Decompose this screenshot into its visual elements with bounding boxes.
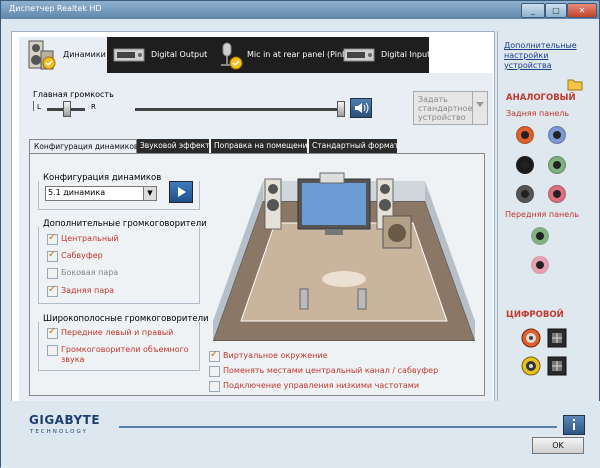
front-panel-label: Передняя панель (505, 210, 579, 219)
room-illustration (212, 172, 476, 342)
folder-icon[interactable] (567, 77, 583, 91)
volume-slider-thumb[interactable] (337, 101, 345, 117)
rear-left-speaker (299, 288, 309, 310)
device-tab-bar: Динамики Digital Output Mic in at rear p… (19, 37, 431, 73)
close-button[interactable]: ✕ (567, 3, 597, 18)
checkbox-side-pair-box (47, 268, 58, 279)
subtab-speaker-config[interactable]: Конфигурация динамиков (29, 139, 139, 154)
tab-digital-input[interactable]: Digital Input (341, 37, 431, 73)
right-side-panel (496, 23, 599, 463)
digital-section-title: ЦИФРОВОЙ (506, 310, 564, 320)
footer (1, 401, 600, 468)
gigabyte-logo: GIGABYTE (29, 413, 101, 427)
info-button[interactable] (563, 415, 585, 435)
master-volume-label: Главная громкость (33, 90, 114, 99)
play-test-button[interactable] (169, 181, 193, 203)
rear-jack-2[interactable] (548, 126, 566, 144)
checkbox-subwoofer-label: Сабвуфер (61, 251, 103, 260)
set-default-device-label: Задать стандартное устройство (418, 95, 473, 122)
rear-jack-6[interactable] (548, 185, 566, 203)
gigabyte-logo-sub: TECHNOLOGY (30, 429, 88, 435)
digital-coax-in-jack-icon[interactable] (521, 356, 541, 376)
ok-button[interactable]: OK (532, 437, 584, 454)
balance-left-label: L (37, 103, 41, 111)
chevron-down-icon (472, 92, 487, 124)
checkbox-surround-label: Громкоговорители объемного звука (61, 345, 189, 364)
rear-jack-1[interactable] (516, 126, 534, 144)
digital-optical-jack-icon[interactable] (547, 328, 567, 348)
subtab-default-format[interactable]: Стандартный формат (309, 139, 399, 153)
volume-slider-track[interactable] (135, 108, 343, 111)
speakers-icon (28, 40, 56, 70)
checkbox-surround-box[interactable] (47, 345, 58, 356)
rear-right-speaker (357, 288, 367, 310)
checkbox-rear-pair-box[interactable] (47, 284, 58, 297)
subtab-default-format-label: Стандартный формат (312, 141, 399, 150)
checkbox-center-box[interactable] (47, 232, 58, 245)
subtab-room-correction-label: Поправка на помещение (214, 141, 313, 150)
checkbox-subwoofer-box[interactable] (47, 249, 58, 262)
rear-panel-label: Задняя панель (506, 109, 570, 118)
speaker-config-value: 5.1 динамика (48, 188, 106, 197)
subwoofer-speaker (382, 215, 412, 249)
realtek-hd-manager-window: Диспетчер Realtek HD _ □ ✕ Динамики Digi… (0, 0, 600, 468)
tab-mic-rear[interactable]: Mic in at rear panel (Pink) (211, 37, 350, 73)
chevron-down-icon: ▼ (143, 187, 156, 200)
tab-digital-input-label: Digital Input (381, 50, 431, 59)
rear-jack-4[interactable] (548, 156, 566, 174)
balance-right-label: R (91, 103, 96, 111)
analog-section-title: АНАЛОГОВЫЙ (506, 93, 576, 103)
checkbox-bass-management-label: Подключение управления низкими частотами (223, 381, 420, 390)
advanced-device-settings-link[interactable]: Дополнительные настройки устройства (504, 41, 584, 71)
digital-input-device-icon (343, 48, 375, 62)
mute-button[interactable] (350, 98, 372, 118)
checkbox-bass-management-box[interactable] (209, 381, 220, 392)
subtab-sound-effect[interactable]: Звуковой эффект (137, 139, 210, 153)
tab-speakers-label: Динамики (63, 50, 106, 59)
digital-coax-jack-icon[interactable] (521, 328, 541, 348)
balance-slider-thumb[interactable] (63, 101, 71, 117)
checkbox-rear-pair-label: Задняя пара (61, 286, 115, 295)
title-bar[interactable]: Диспетчер Realtek HD _ □ ✕ (1, 1, 599, 19)
volume-group-bracket (33, 101, 34, 111)
rear-jack-3[interactable] (516, 156, 534, 174)
subtab-sound-effect-label: Звуковой эффект (140, 141, 210, 150)
checkbox-swap-center-sub-box[interactable] (209, 366, 220, 377)
digital-output-device-icon (113, 48, 145, 62)
window-title: Диспетчер Realtek HD (9, 4, 102, 13)
front-jack-1[interactable] (531, 227, 549, 245)
footer-divider (119, 426, 557, 428)
tab-mic-rear-label: Mic in at rear panel (Pink) (247, 50, 350, 59)
checkbox-virtual-surround-box[interactable] (209, 349, 220, 362)
set-default-device-button[interactable]: Задать стандартное устройство (413, 91, 488, 125)
speaker-room-visual (212, 161, 476, 342)
checkbox-front-lr-box[interactable] (47, 326, 58, 339)
subtab-room-correction[interactable]: Поправка на помещение (211, 139, 312, 153)
maximize-button[interactable]: □ (545, 3, 567, 18)
front-jack-2[interactable] (531, 256, 549, 274)
play-icon (178, 187, 186, 197)
microphone-icon (221, 42, 243, 70)
right-panel-divider (497, 31, 498, 401)
minimize-button[interactable]: _ (521, 3, 545, 18)
rear-jack-5[interactable] (516, 185, 534, 203)
tab-speakers[interactable]: Динамики (19, 37, 107, 73)
speaker-volume-icon (355, 102, 369, 114)
checkbox-front-lr-label: Передние левый и правый (61, 328, 174, 337)
front-left-speaker (264, 178, 282, 230)
tv-screen (297, 178, 371, 235)
info-icon (573, 419, 575, 430)
checkbox-center-label: Центральный (61, 234, 119, 243)
tab-digital-output-label: Digital Output (151, 50, 208, 59)
speaker-config-select[interactable]: 5.1 динамика ▼ (45, 186, 157, 201)
tab-digital-output[interactable]: Digital Output (111, 37, 211, 73)
checkbox-virtual-surround-label: Виртуальное окружение (223, 351, 328, 360)
checkbox-swap-center-sub-label: Поменять местами центральный канал / саб… (223, 366, 439, 375)
digital-optical-in-jack-icon[interactable] (547, 356, 567, 376)
checkbox-side-pair-label: Боковая пара (61, 268, 119, 277)
subtab-speaker-config-label: Конфигурация динамиков (34, 142, 139, 151)
